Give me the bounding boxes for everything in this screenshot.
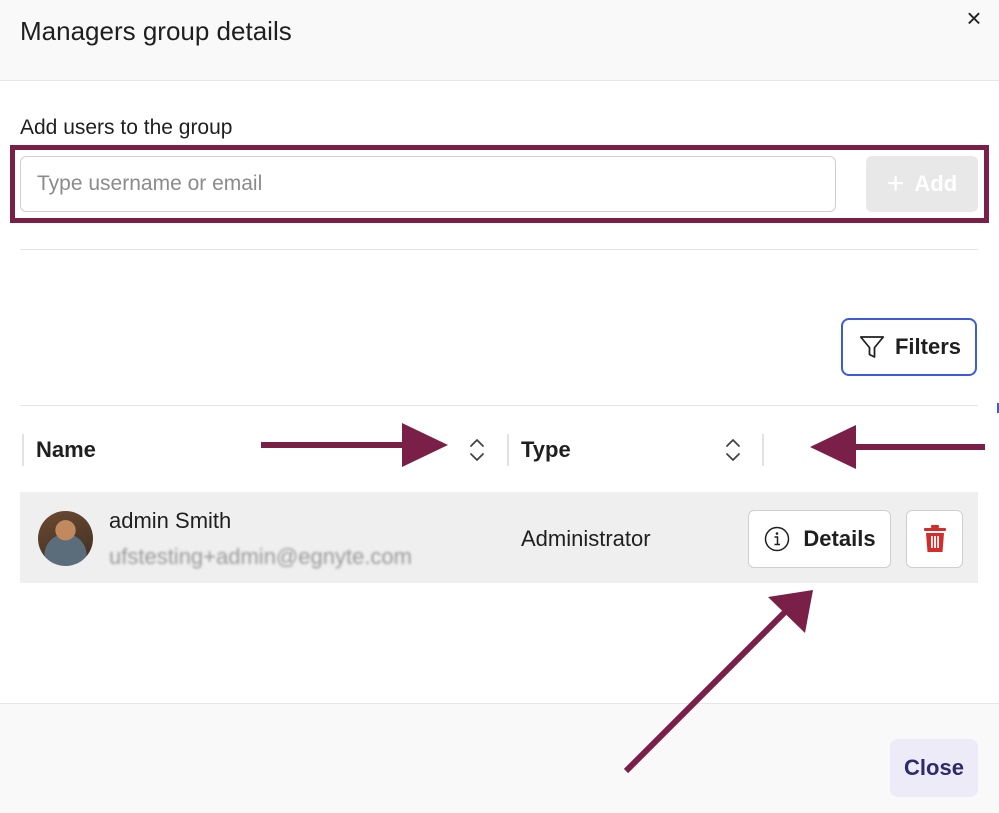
sort-icon[interactable]: [467, 434, 487, 466]
sort-icon[interactable]: [723, 434, 743, 466]
divider: [20, 249, 978, 250]
column-separator: [507, 434, 509, 466]
dialog-title: Managers group details: [20, 16, 292, 46]
details-label: Details: [803, 526, 876, 551]
filters-label: Filters: [894, 334, 962, 359]
funnel-icon: [859, 336, 885, 358]
avatar: [38, 511, 93, 566]
trash-icon: [923, 525, 946, 552]
filters-button[interactable]: Filters: [841, 318, 977, 376]
close-icon[interactable]: ×: [962, 5, 986, 31]
info-icon: [765, 526, 790, 552]
user-name: admin Smith: [109, 508, 232, 533]
column-separator: [762, 434, 764, 466]
add-users-label: Add users to the group: [20, 116, 233, 139]
column-header-name[interactable]: Name: [36, 437, 96, 463]
annotation-highlight-box: [10, 145, 989, 223]
column-header-type[interactable]: Type: [521, 437, 571, 463]
delete-button[interactable]: [906, 510, 963, 568]
dialog-footer: [0, 703, 999, 813]
column-separator: [22, 434, 24, 466]
details-button[interactable]: Details: [748, 510, 891, 568]
close-button[interactable]: Close: [890, 739, 978, 797]
user-email: ufstesting+admin@egnyte.com: [109, 544, 412, 569]
divider: [20, 405, 978, 406]
user-type: Administrator: [521, 526, 651, 551]
